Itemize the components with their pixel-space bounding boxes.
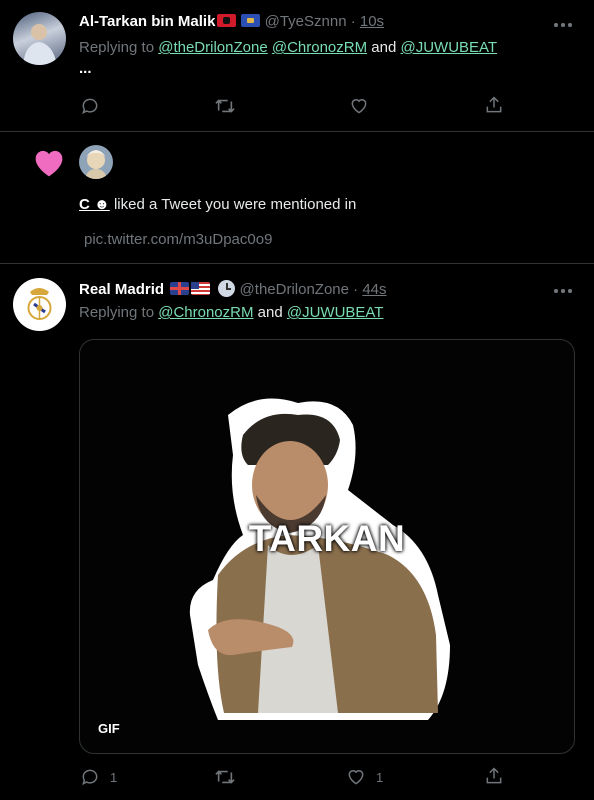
heart-icon [35,150,63,177]
tweet-text: ... [79,60,92,77]
albania-flag-icon [217,14,237,27]
and-word: and [257,304,283,321]
replying-to: Replying to @ChronozRM and @JUWUBEAT [79,304,383,321]
mention-link[interactable]: @ChronozRM [272,39,367,56]
uk-flag-icon [170,282,190,295]
reply-button[interactable] [80,96,100,116]
more-options-icon[interactable] [554,288,572,294]
tweet-1[interactable]: Al-Tarkan bin Malik @TyeSznnn · 10s Repl… [0,0,594,131]
reply-icon [82,98,98,115]
tweet-2[interactable]: Real Madrid @theDrilonZone · 44s Replyin… [0,264,594,800]
tweet-time[interactable]: 10s [360,13,384,30]
author-handle[interactable]: @theDrilonZone [240,281,349,298]
avatar-image [85,150,107,179]
tarkan-sticker-image [189,398,450,720]
header-separator: · [350,13,356,30]
gif-caption: TARKAN [248,518,406,559]
us-flag-icon [191,282,211,295]
author-name[interactable]: Real Madrid [79,281,164,298]
reply-count: 1 [110,769,118,785]
like-notification[interactable]: C ☻ liked a Tweet you were mentioned in … [0,132,594,263]
heart-icon [348,770,364,785]
and-word: and [371,39,397,56]
heart-icon [351,99,367,114]
replying-prefix: Replying to [79,304,155,321]
reply-icon [82,769,98,786]
clock-icon [218,280,236,297]
mention-link[interactable]: @ChronozRM [158,304,253,321]
tweet-time[interactable]: 44s [362,281,386,298]
author-name[interactable]: Al-Tarkan bin Malik [79,13,215,30]
more-options-icon[interactable] [554,22,572,28]
share-icon [486,767,502,784]
real-madrid-crest-icon [27,288,52,320]
share-icon [486,96,502,113]
gif-badge: GIF [98,721,120,736]
retweet-button[interactable] [214,96,236,116]
share-button[interactable] [484,766,504,786]
notification-message: liked a Tweet you were mentioned in [113,196,357,213]
replying-to: Replying to @theDrilonZone @ChronozRM an… [79,39,497,56]
gif-media[interactable]: TARKAN GIF [79,339,575,754]
avatar-image [23,24,57,65]
share-button[interactable] [484,95,504,115]
author-avatar[interactable] [13,12,66,65]
retweet-icon [215,770,235,784]
tweet-header: Al-Tarkan bin Malik @TyeSznnn · 10s [79,13,384,30]
like-count: 1 [376,769,384,785]
notification-user[interactable]: C ☻ [79,196,110,213]
like-button[interactable] [349,96,369,116]
mention-link[interactable]: @JUWUBEAT [400,39,497,56]
header-separator: · [353,281,359,298]
replying-prefix: Replying to [79,39,155,56]
user-avatar[interactable] [79,145,113,179]
tweet-header: Real Madrid @theDrilonZone · 44s [79,280,387,298]
kosovo-flag-icon [241,14,261,27]
notification-text: C ☻ liked a Tweet you were mentioned in [79,196,356,213]
real-madrid-crest-avatar[interactable] [13,278,66,331]
mention-link[interactable]: @JUWUBEAT [287,304,384,321]
reply-button[interactable]: 1 [80,767,117,787]
notification-link[interactable]: pic.twitter.com/m3uDpac0o9 [84,231,272,248]
author-handle[interactable]: @TyeSznnn [265,13,347,30]
retweet-button[interactable] [214,767,236,787]
like-button[interactable]: 1 [346,767,383,787]
retweet-icon [215,99,235,113]
mention-link[interactable]: @theDrilonZone [158,39,267,56]
